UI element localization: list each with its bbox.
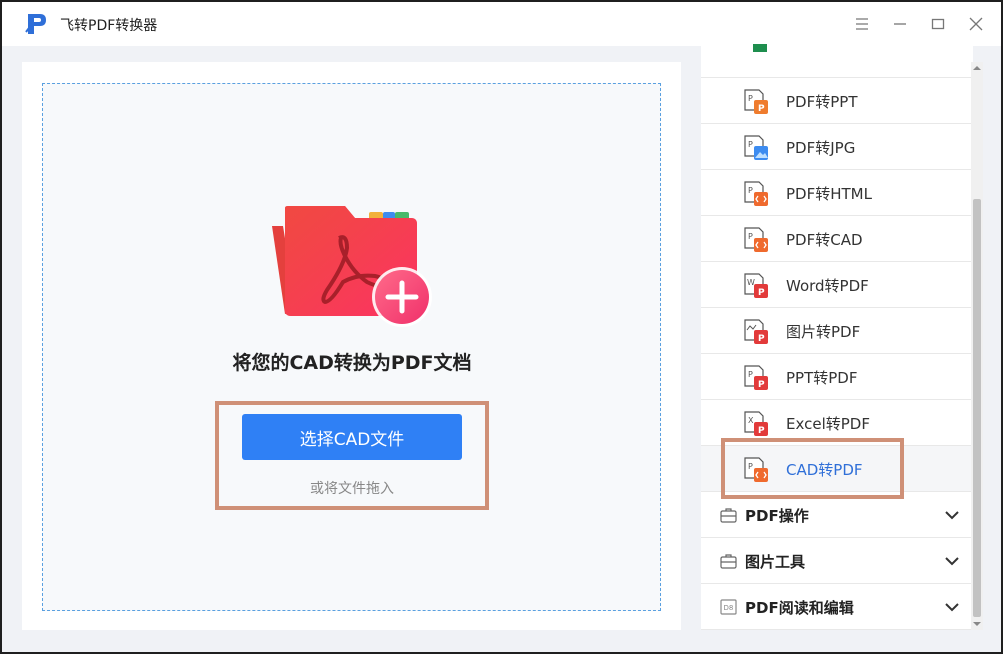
svg-text:P: P [748, 94, 753, 103]
sidebar-group-pdf-operations[interactable]: PDF操作 [701, 492, 972, 538]
sidebar-item-pdf-to-ppt[interactable]: P P PDF转PPT [701, 78, 972, 124]
sidebar-group-image-tools[interactable]: 图片工具 [701, 538, 972, 584]
sidebar-item-pdf-to-html[interactable]: P PDF转HTML [701, 170, 972, 216]
sidebar-item-word-to-pdf[interactable]: W P Word转PDF [701, 262, 972, 308]
sidebar-group-label: PDF操作 [745, 507, 809, 525]
ppt-to-pdf-icon: P P [744, 365, 768, 390]
app-logo-icon [25, 14, 46, 34]
pdf-to-excel-icon [753, 44, 767, 52]
sidebar-item-excel-to-pdf[interactable]: X P Excel转PDF [701, 400, 972, 446]
toolbox-icon [720, 508, 737, 523]
scrollbar-thumb[interactable] [973, 199, 981, 617]
svg-text:D8: D8 [724, 604, 734, 612]
sidebar-item-label: PDF转PPT [786, 93, 858, 111]
svg-text:P: P [758, 288, 765, 298]
scroll-up-arrow-icon[interactable] [971, 62, 983, 74]
sidebar-item-label: PDF转CAD [786, 231, 863, 249]
menu-icon[interactable] [850, 12, 874, 36]
toolbox-icon [720, 554, 737, 569]
image-to-pdf-icon: P [744, 319, 768, 344]
svg-text:P: P [748, 232, 753, 241]
maximize-button[interactable] [926, 12, 950, 36]
svg-text:X: X [748, 416, 754, 425]
sidebar-item-label: Excel转PDF [786, 415, 870, 433]
sidebar-item-ppt-to-pdf[interactable]: P P PPT转PDF [701, 354, 972, 400]
file-drop-zone[interactable] [42, 83, 661, 611]
word-to-pdf-icon: W P [744, 273, 768, 298]
sidebar-item-partial[interactable] [701, 44, 972, 78]
minimize-button[interactable] [888, 12, 912, 36]
pdf-to-cad-icon: P [744, 227, 768, 252]
svg-text:W: W [747, 278, 755, 287]
pdf-to-jpg-icon: P [744, 135, 768, 160]
sidebar-item-image-to-pdf[interactable]: P 图片转PDF [701, 308, 972, 354]
svg-text:P: P [748, 370, 753, 379]
sidebar-group-label: PDF阅读和编辑 [745, 599, 854, 617]
svg-text:P: P [748, 140, 753, 149]
sidebar-item-label: PDF转HTML [786, 185, 872, 203]
svg-text:P: P [758, 104, 765, 114]
sidebar-item-label: PPT转PDF [786, 369, 858, 387]
sidebar-item-cad-to-pdf[interactable]: P CAD转PDF [701, 446, 972, 492]
pdf-to-ppt-icon: P P [744, 89, 768, 114]
pdf-folder-add-icon [272, 206, 432, 327]
title-bar: 飞转PDF转换器 [2, 2, 1001, 46]
svg-text:P: P [748, 186, 753, 195]
sidebar-item-label: PDF转JPG [786, 139, 856, 157]
svg-text:P: P [758, 380, 765, 390]
sidebar-group-pdf-reader-editor[interactable]: D8 PDF阅读和编辑 [701, 584, 972, 630]
chevron-down-icon [945, 603, 959, 612]
svg-text:P: P [758, 334, 765, 344]
sidebar-scrollbar[interactable] [971, 62, 983, 630]
pdf-to-html-icon: P [744, 181, 768, 206]
sidebar-item-label: Word转PDF [786, 277, 869, 295]
close-button[interactable] [964, 12, 988, 36]
chevron-down-icon [945, 511, 959, 520]
cad-to-pdf-icon: P [744, 457, 768, 482]
chevron-down-icon [945, 557, 959, 566]
sidebar: P P PDF转PPT P PDF转JPG P PDF转HTML P PDF转C… [701, 44, 973, 630]
select-cad-file-button[interactable]: 选择CAD文件 [242, 414, 462, 460]
sidebar-item-pdf-to-cad[interactable]: P PDF转CAD [701, 216, 972, 262]
sidebar-item-pdf-to-jpg[interactable]: P PDF转JPG [701, 124, 972, 170]
scroll-down-arrow-icon[interactable] [971, 618, 983, 630]
reader-icon: D8 [720, 599, 737, 615]
svg-text:P: P [748, 462, 753, 471]
app-title: 飞转PDF转换器 [60, 18, 158, 34]
drop-zone-heading: 将您的CAD转换为PDF文档 [232, 352, 472, 374]
excel-to-pdf-icon: X P [744, 411, 768, 436]
sidebar-item-label: 图片转PDF [786, 323, 861, 341]
sidebar-group-label: 图片工具 [745, 553, 806, 571]
svg-text:P: P [758, 426, 765, 436]
drag-hint-text: 或将文件拖入 [310, 481, 394, 497]
sidebar-item-label: CAD转PDF [786, 461, 863, 479]
